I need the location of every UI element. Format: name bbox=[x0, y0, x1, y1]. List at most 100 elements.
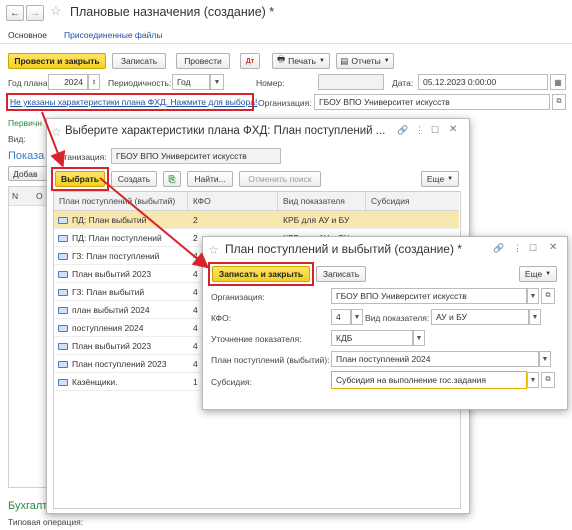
row-item-icon bbox=[58, 253, 68, 260]
kfo-field[interactable]: 4 bbox=[331, 309, 351, 325]
cell-plan: ГЗ: План поступлений bbox=[72, 251, 160, 261]
create-button[interactable]: Создать bbox=[111, 171, 157, 187]
create-save-button[interactable]: Записать bbox=[316, 266, 366, 282]
save-button[interactable]: Записать bbox=[112, 53, 166, 69]
favorite-star-icon[interactable]: ☆ bbox=[50, 3, 62, 19]
reports-icon: ▤ bbox=[340, 55, 349, 66]
maximize-icon[interactable]: ☐ bbox=[431, 125, 439, 136]
reports-button[interactable]: ▤ Отчеты ▼ bbox=[336, 53, 394, 69]
reports-label: Отчеты bbox=[351, 56, 381, 66]
main-org-label: Организация: bbox=[258, 98, 312, 108]
number-label: Номер: bbox=[256, 78, 285, 88]
plan-dropdown[interactable]: ▼ bbox=[539, 351, 551, 367]
select-org-label: Организация: bbox=[53, 152, 107, 162]
cell-kfo: 2 bbox=[193, 215, 198, 225]
tab-main[interactable]: Основное bbox=[8, 30, 47, 40]
copy-icon[interactable]: ⎘ bbox=[163, 171, 181, 187]
dt-kt-button[interactable]: Дт bbox=[240, 53, 260, 69]
refine-dropdown[interactable]: ▼ bbox=[413, 330, 425, 346]
printer-icon: 🖶 bbox=[277, 54, 286, 64]
period-field[interactable]: Год bbox=[172, 74, 210, 90]
col-o-header: О bbox=[36, 191, 43, 201]
subsidy-dropdown[interactable]: ▼ bbox=[527, 372, 539, 388]
period-label: Периодичность: bbox=[108, 78, 172, 88]
number-field[interactable] bbox=[318, 74, 384, 90]
subsidy-open-icon[interactable]: ⧉ bbox=[541, 372, 555, 388]
find-button[interactable]: Найти... bbox=[187, 171, 233, 187]
highlight-link-box bbox=[6, 93, 254, 111]
cell-kfo: 4 bbox=[193, 359, 198, 369]
plan-field[interactable]: План поступлений 2024 bbox=[331, 351, 539, 367]
cell-plan: ПД: План выбытий bbox=[72, 215, 147, 225]
select-more-button[interactable]: Еще ▼ bbox=[421, 171, 459, 187]
chevron-down-icon: ▼ bbox=[447, 176, 454, 182]
tab-attached-files[interactable]: Присоединенные файлы bbox=[64, 30, 162, 40]
select-org-field[interactable]: ГБОУ ВПО Университет искусств bbox=[111, 148, 281, 164]
chevron-down-icon: ▼ bbox=[545, 271, 552, 277]
print-label: Печать bbox=[288, 56, 316, 66]
kfo-dropdown[interactable]: ▼ bbox=[351, 309, 363, 325]
table-row[interactable]: ПД: План выбытий 2 КРБ для АУ и БУ bbox=[54, 211, 459, 229]
indicator-type-dropdown[interactable]: ▼ bbox=[529, 309, 541, 325]
main-org-open-icon[interactable]: ⧉ bbox=[552, 94, 566, 110]
cell-kfo: 2 bbox=[193, 233, 198, 243]
create-plan-dialog: ☆ План поступлений и выбытий (создание) … bbox=[202, 236, 568, 410]
subsidy-label: Субсидия: bbox=[211, 377, 252, 387]
tab-underline bbox=[0, 43, 572, 44]
more-menu-icon[interactable]: ⋮ bbox=[513, 243, 522, 254]
vid-label: Вид: bbox=[8, 134, 26, 144]
col-kfo-header: КФО bbox=[193, 196, 211, 206]
col-n-header: N bbox=[12, 191, 19, 201]
cell-kfo: 4 bbox=[193, 341, 198, 351]
cell-plan: поступления 2024 bbox=[72, 323, 144, 333]
post-close-button[interactable]: Провести и закрыть bbox=[8, 53, 106, 69]
col-divider bbox=[187, 192, 188, 210]
main-org-field[interactable]: ГБОУ ВПО Университет искусств bbox=[314, 94, 550, 110]
cell-plan: ПД: План поступлений bbox=[72, 233, 162, 243]
add-row-button[interactable]: Добав bbox=[8, 166, 48, 181]
forward-button[interactable]: → bbox=[26, 5, 44, 21]
cell-plan: план выбытий 2024 bbox=[72, 305, 150, 315]
indicator-type-field[interactable]: АУ и БУ bbox=[431, 309, 529, 325]
refine-field[interactable]: КДБ bbox=[331, 330, 413, 346]
calendar-icon[interactable]: ▦ bbox=[550, 74, 566, 90]
year-field[interactable]: 2024 bbox=[48, 74, 88, 90]
row-item-icon bbox=[58, 235, 68, 242]
link-icon[interactable]: 🔗 bbox=[493, 243, 504, 254]
back-button[interactable]: ← bbox=[6, 5, 24, 21]
create-more-button[interactable]: Еще ▼ bbox=[519, 266, 557, 282]
col-divider bbox=[277, 192, 278, 210]
link-icon[interactable]: 🔗 bbox=[397, 125, 408, 136]
cell-kfo: 1 bbox=[193, 377, 198, 387]
close-icon[interactable]: ✕ bbox=[449, 124, 457, 135]
cell-plan: Казёнщики. bbox=[72, 377, 118, 387]
year-stepper[interactable]: ⇕ bbox=[88, 74, 100, 90]
cell-kfo: 4 bbox=[193, 287, 198, 297]
cell-plan: План выбытий 2023 bbox=[72, 341, 152, 351]
col-plan-header: План поступлений (выбытий) bbox=[59, 196, 176, 206]
period-dropdown[interactable]: ▼ bbox=[210, 74, 224, 90]
create-org-dropdown[interactable]: ▼ bbox=[527, 288, 539, 304]
favorite-star-icon[interactable]: ☆ bbox=[51, 125, 62, 139]
cell-kfo: 4 bbox=[193, 251, 198, 261]
favorite-star-icon[interactable]: ☆ bbox=[208, 243, 219, 257]
indicators-section-label: Показа bbox=[8, 150, 45, 162]
subsidy-field[interactable]: Субсидия на выполнение гос.задания bbox=[331, 371, 527, 389]
close-icon[interactable]: ✕ bbox=[549, 242, 557, 253]
maximize-icon[interactable]: ☐ bbox=[529, 243, 537, 254]
more-menu-icon[interactable]: ⋮ bbox=[415, 125, 424, 136]
create-more-label: Еще bbox=[524, 269, 543, 279]
highlight-choose-box bbox=[51, 167, 109, 191]
cancel-search-button[interactable]: Отменить поиск bbox=[239, 171, 321, 187]
cell-plan: ГЗ: План выбытий bbox=[72, 287, 145, 297]
create-org-field[interactable]: ГБОУ ВПО Университет искусств bbox=[331, 288, 527, 304]
date-field[interactable]: 05.12.2023 0:00:00 bbox=[418, 74, 548, 90]
date-label: Дата: bbox=[392, 78, 414, 88]
cell-kfo: 4 bbox=[193, 269, 198, 279]
highlight-save-close-box bbox=[208, 262, 314, 286]
create-org-open-icon[interactable]: ⧉ bbox=[541, 288, 555, 304]
row-item-icon bbox=[58, 307, 68, 314]
row-item-icon bbox=[58, 271, 68, 278]
print-button[interactable]: 🖶 Печать ▼ bbox=[272, 53, 330, 69]
post-button[interactable]: Провести bbox=[176, 53, 230, 69]
